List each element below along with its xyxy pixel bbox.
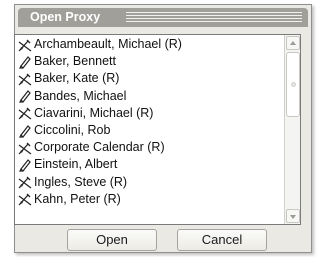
list-item-label: Einstein, Albert [34, 157, 118, 172]
list-item[interactable]: Baker, Bennett [15, 53, 284, 70]
list-item-label: Ingles, Steve (R) [34, 174, 128, 189]
list-item[interactable]: Baker, Kate (R) [15, 70, 284, 87]
edit-proxy-icon [18, 55, 32, 69]
edit-proxy-icon [18, 89, 32, 104]
scroll-up-button[interactable] [286, 36, 300, 50]
list-item-label: Baker, Kate (R) [34, 71, 120, 86]
list-item-label: Bandes, Michael [34, 88, 127, 103]
list-item[interactable]: Corporate Calendar (R) [15, 139, 284, 156]
list-item-label: Kahn, Peter (R) [34, 191, 121, 206]
arrow-down-icon [290, 215, 296, 219]
arrow-up-icon [290, 41, 296, 45]
proxy-list-items[interactable]: Archambeault, Michael (R) Baker, Bennett B… [15, 35, 284, 224]
list-item-label: Baker, Bennett [34, 54, 117, 69]
dialog-title: Open Proxy [30, 10, 101, 24]
titlebar-grip [126, 12, 302, 23]
list-item[interactable]: Kahn, Peter (R) [15, 191, 284, 208]
list-item-label: Ciavarini, Michael (R) [34, 105, 154, 120]
list-item[interactable]: Bandes, Michael [15, 88, 284, 105]
list-item[interactable]: Archambeault, Michael (R) [15, 36, 284, 53]
list-item[interactable]: Ingles, Steve (R) [15, 174, 284, 191]
edit-proxy-icon [18, 158, 32, 172]
read-only-proxy-icon [18, 106, 32, 120]
list-item-label: Archambeault, Michael (R) [34, 37, 182, 52]
read-only-proxy-icon [18, 175, 32, 189]
open-button[interactable]: Open [67, 229, 157, 251]
list-item[interactable]: Ciavarini, Michael (R) [15, 105, 284, 122]
scroll-thumb[interactable] [286, 52, 300, 117]
read-only-proxy-icon [18, 192, 32, 206]
list-item[interactable]: Ciccolini, Rob [15, 122, 284, 139]
read-only-proxy-icon [18, 72, 32, 86]
list-item-label: Ciccolini, Rob [34, 123, 111, 138]
read-only-proxy-icon [18, 141, 32, 155]
dialog-titlebar[interactable]: Open Proxy [18, 8, 308, 27]
list-item-label: Corporate Calendar (R) [34, 140, 165, 155]
edit-proxy-icon [18, 124, 32, 138]
read-only-proxy-icon [18, 38, 32, 52]
cancel-button[interactable]: Cancel [177, 229, 267, 251]
list-item[interactable]: Einstein, Albert [15, 156, 284, 173]
scroll-down-button[interactable] [286, 209, 300, 223]
proxy-list[interactable]: Archambeault, Michael (R) Baker, Bennett B… [14, 34, 301, 225]
vertical-scrollbar[interactable] [284, 35, 300, 224]
thumb-grip-icon [291, 82, 296, 87]
